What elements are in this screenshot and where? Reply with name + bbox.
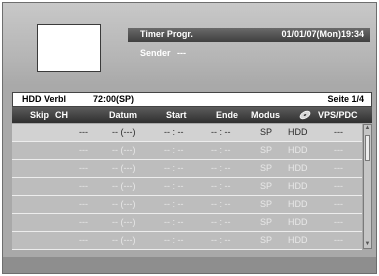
- row-start: -- : --: [164, 181, 184, 191]
- row-ende: -- : --: [211, 217, 231, 227]
- row-datum: -- (---): [112, 145, 136, 155]
- title-bar: Timer Progr. 01/01/07(Mon)19:34: [128, 28, 370, 42]
- row-ch: ---: [79, 163, 88, 173]
- disc-icon: [299, 110, 311, 120]
- row-ende: -- : --: [211, 127, 231, 137]
- screen-title: Timer Progr.: [140, 29, 193, 39]
- video-preview-window: [37, 24, 101, 72]
- row-start: -- : --: [164, 217, 184, 227]
- row-ende: -- : --: [211, 235, 231, 245]
- footer-bar: [3, 257, 376, 273]
- page-indicator: Seite 1/4: [327, 94, 364, 104]
- row-start: -- : --: [164, 127, 184, 137]
- row-ch: ---: [79, 181, 88, 191]
- row-target: HDD: [288, 199, 308, 209]
- row-modus: SP: [260, 127, 273, 137]
- row-target: HDD: [288, 145, 308, 155]
- row-start: -- : --: [164, 199, 184, 209]
- row-vps: ---: [334, 199, 343, 209]
- row-modus: SP: [260, 199, 273, 209]
- list-scrollbar[interactable]: ▲ ▼: [363, 124, 372, 249]
- column-header: Skip CH Datum Start Ende Modus VPS/PDC: [12, 107, 372, 123]
- row-vps: ---: [334, 217, 343, 227]
- row-ch: ---: [79, 199, 88, 209]
- column-skip: Skip: [30, 110, 50, 120]
- row-datum: -- (---): [112, 199, 136, 209]
- scroll-up-arrow-icon[interactable]: ▲: [364, 125, 371, 132]
- row-modus: SP: [260, 181, 273, 191]
- row-target: HDD: [288, 235, 308, 245]
- timer-list: --- -- (---) -- : -- -- : -- SP HDD --- …: [12, 124, 362, 250]
- timer-row[interactable]: --- -- (---) -- : -- -- : -- SP HDD ---: [12, 160, 362, 178]
- row-vps: ---: [334, 145, 343, 155]
- scroll-down-arrow-icon[interactable]: ▼: [364, 241, 371, 248]
- column-modus: Modus: [251, 110, 280, 120]
- row-modus: SP: [260, 235, 273, 245]
- sender-value: ---: [177, 48, 187, 58]
- row-ende: -- : --: [211, 145, 231, 155]
- timer-row[interactable]: --- -- (---) -- : -- -- : -- SP HDD ---: [12, 124, 362, 142]
- row-datum: -- (---): [112, 163, 136, 173]
- row-target: HDD: [288, 127, 308, 137]
- row-target: HDD: [288, 181, 308, 191]
- row-ch: ---: [79, 235, 88, 245]
- column-start: Start: [166, 110, 187, 120]
- scroll-thumb[interactable]: [365, 135, 370, 161]
- timer-row[interactable]: --- -- (---) -- : -- -- : -- SP HDD ---: [12, 196, 362, 214]
- row-target: HDD: [288, 163, 308, 173]
- column-vps-pdc: VPS/PDC: [318, 110, 358, 120]
- row-vps: ---: [334, 127, 343, 137]
- sender-info: Sender ---: [140, 48, 186, 58]
- row-start: -- : --: [164, 235, 184, 245]
- row-datum: -- (---): [112, 181, 136, 191]
- timer-row[interactable]: --- -- (---) -- : -- -- : -- SP HDD ---: [12, 142, 362, 160]
- row-ch: ---: [79, 145, 88, 155]
- column-ch: CH: [55, 110, 68, 120]
- hdd-info-bar: HDD Verbl 72:00(SP) Seite 1/4: [12, 92, 372, 107]
- column-ende: Ende: [216, 110, 239, 120]
- row-ende: -- : --: [211, 181, 231, 191]
- row-start: -- : --: [164, 145, 184, 155]
- row-vps: ---: [334, 163, 343, 173]
- current-datetime: 01/01/07(Mon)19:34: [281, 29, 364, 39]
- row-vps: ---: [334, 181, 343, 191]
- row-modus: SP: [260, 217, 273, 227]
- sender-label: Sender: [140, 48, 171, 58]
- row-modus: SP: [260, 163, 273, 173]
- hdd-remaining-value: 72:00(SP): [93, 94, 135, 104]
- row-target: HDD: [288, 217, 308, 227]
- row-start: -- : --: [164, 163, 184, 173]
- row-ende: -- : --: [211, 199, 231, 209]
- row-vps: ---: [334, 235, 343, 245]
- timer-row[interactable]: --- -- (---) -- : -- -- : -- SP HDD ---: [12, 232, 362, 250]
- timer-programming-screen: Timer Progr. 01/01/07(Mon)19:34 Sender -…: [2, 2, 377, 274]
- row-datum: -- (---): [112, 235, 136, 245]
- row-modus: SP: [260, 145, 273, 155]
- row-datum: -- (---): [112, 127, 136, 137]
- row-ch: ---: [79, 217, 88, 227]
- timer-row[interactable]: --- -- (---) -- : -- -- : -- SP HDD ---: [12, 178, 362, 196]
- header-panel: Timer Progr. 01/01/07(Mon)19:34 Sender -…: [3, 3, 376, 85]
- column-datum: Datum: [109, 110, 138, 120]
- timer-row[interactable]: --- -- (---) -- : -- -- : -- SP HDD ---: [12, 214, 362, 232]
- row-ende: -- : --: [211, 163, 231, 173]
- row-datum: -- (---): [112, 217, 136, 227]
- row-ch: ---: [79, 127, 88, 137]
- hdd-remaining-label: HDD Verbl: [22, 94, 67, 104]
